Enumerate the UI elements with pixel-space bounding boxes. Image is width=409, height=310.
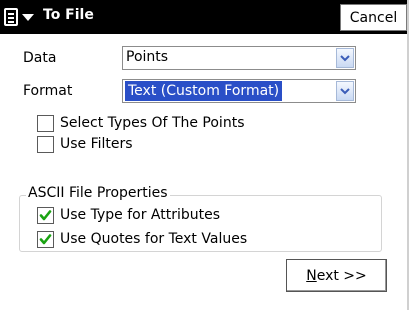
use-filters-checkbox-row[interactable]: Use Filters	[37, 134, 133, 154]
start-menu-icon	[4, 8, 18, 26]
use-quotes-label: Use Quotes for Text Values	[60, 231, 248, 247]
select-types-label: Select Types Of The Points	[60, 115, 245, 131]
use-filters-checkbox[interactable]	[37, 135, 54, 153]
use-type-label: Use Type for Attributes	[60, 207, 221, 223]
data-select[interactable]: Points	[122, 46, 356, 70]
format-select-dropdown-button[interactable]	[336, 81, 354, 101]
use-type-checkbox[interactable]	[37, 206, 54, 224]
start-menu-button[interactable]	[4, 5, 42, 29]
checkmark-icon	[39, 209, 52, 220]
cancel-button[interactable]: Cancel	[340, 4, 407, 31]
checkmark-icon	[39, 233, 52, 244]
format-select-value: Text (Custom Format)	[125, 81, 283, 101]
data-select-dropdown-button[interactable]	[336, 48, 354, 68]
chevron-down-icon	[340, 87, 350, 94]
use-type-checkbox-row[interactable]: Use Type for Attributes	[37, 205, 220, 225]
chevron-down-icon	[340, 54, 350, 61]
menu-caret-icon	[22, 13, 34, 21]
select-types-checkbox[interactable]	[37, 114, 54, 132]
use-filters-label: Use Filters	[60, 136, 133, 152]
data-label: Data	[23, 50, 57, 66]
format-label: Format	[23, 83, 73, 99]
next-button-mnemonic: N	[306, 267, 317, 284]
format-select[interactable]: Text (Custom Format)	[122, 79, 356, 103]
next-button[interactable]: Next >>	[286, 259, 387, 292]
data-select-value: Points	[126, 49, 169, 65]
use-quotes-checkbox[interactable]	[37, 230, 54, 248]
ascii-properties-title: ASCII File Properties	[26, 185, 170, 201]
select-types-checkbox-row[interactable]: Select Types Of The Points	[37, 113, 244, 133]
use-quotes-checkbox-row[interactable]: Use Quotes for Text Values	[37, 229, 247, 249]
next-button-label: ext >>	[316, 267, 367, 284]
window-title: To File	[43, 7, 94, 23]
